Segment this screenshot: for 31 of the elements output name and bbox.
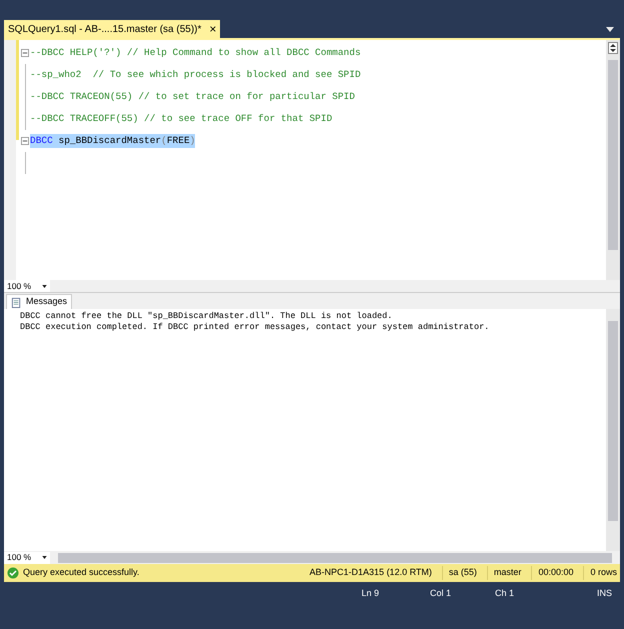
- message-line: DBCC execution completed. If DBCC printed error messages, contact your system administrator.: [20, 322, 490, 333]
- code-line: --sp_who2 // To see which process is blocked and see SPID: [30, 68, 361, 82]
- zoom-dropdown[interactable]: 100 %: [4, 280, 50, 292]
- collapse-icon[interactable]: [21, 49, 29, 57]
- code-line: --DBCC TRACEON(55) // to set trace on for particular SPID: [30, 90, 355, 104]
- horizontal-scrollbar[interactable]: [58, 552, 612, 562]
- status-field: AB-NPC1-D1A315 (12.0 RTM): [310, 566, 432, 580]
- status-item: Ch 1: [494, 587, 514, 600]
- status-field: 00:00:00: [531, 566, 574, 580]
- messages-tab[interactable]: Messages: [6, 294, 72, 309]
- success-icon: [7, 567, 19, 579]
- status-field: sa (55): [442, 566, 477, 580]
- caret-icon: [42, 556, 47, 559]
- document-tab[interactable]: SQLQuery1.sql - AB-....15.master (sa (55))* ×: [4, 20, 220, 38]
- collapse-icon[interactable]: [21, 137, 29, 145]
- caret-icon: [42, 284, 47, 288]
- close-button[interactable]: ×: [209, 20, 216, 38]
- status-field: 0 rows: [583, 566, 617, 580]
- dropdown-icon[interactable]: [606, 27, 614, 32]
- scrollbar-thumb[interactable]: [608, 321, 618, 521]
- message-line: DBCC cannot free the DLL "sp_BBDiscardMaster.dll". The DLL is not loaded.: [20, 311, 394, 322]
- status-field: master: [486, 566, 522, 580]
- scrollbar-thumb[interactable]: [608, 60, 618, 250]
- zoom-dropdown[interactable]: 100 %: [4, 552, 50, 564]
- code-line: --DBCC HELP('?') // Help Command to show all DBCC Commands: [30, 46, 361, 60]
- status-item: Col 1: [428, 587, 451, 600]
- code-line: --DBCC TRACEOFF(55) // to see trace OFF for that SPID: [30, 112, 332, 126]
- status-item: Ln 9: [360, 587, 379, 600]
- status-message: Query executed successfully.: [23, 566, 140, 580]
- status-item: INS: [596, 587, 612, 600]
- split-icon[interactable]: [608, 42, 618, 54]
